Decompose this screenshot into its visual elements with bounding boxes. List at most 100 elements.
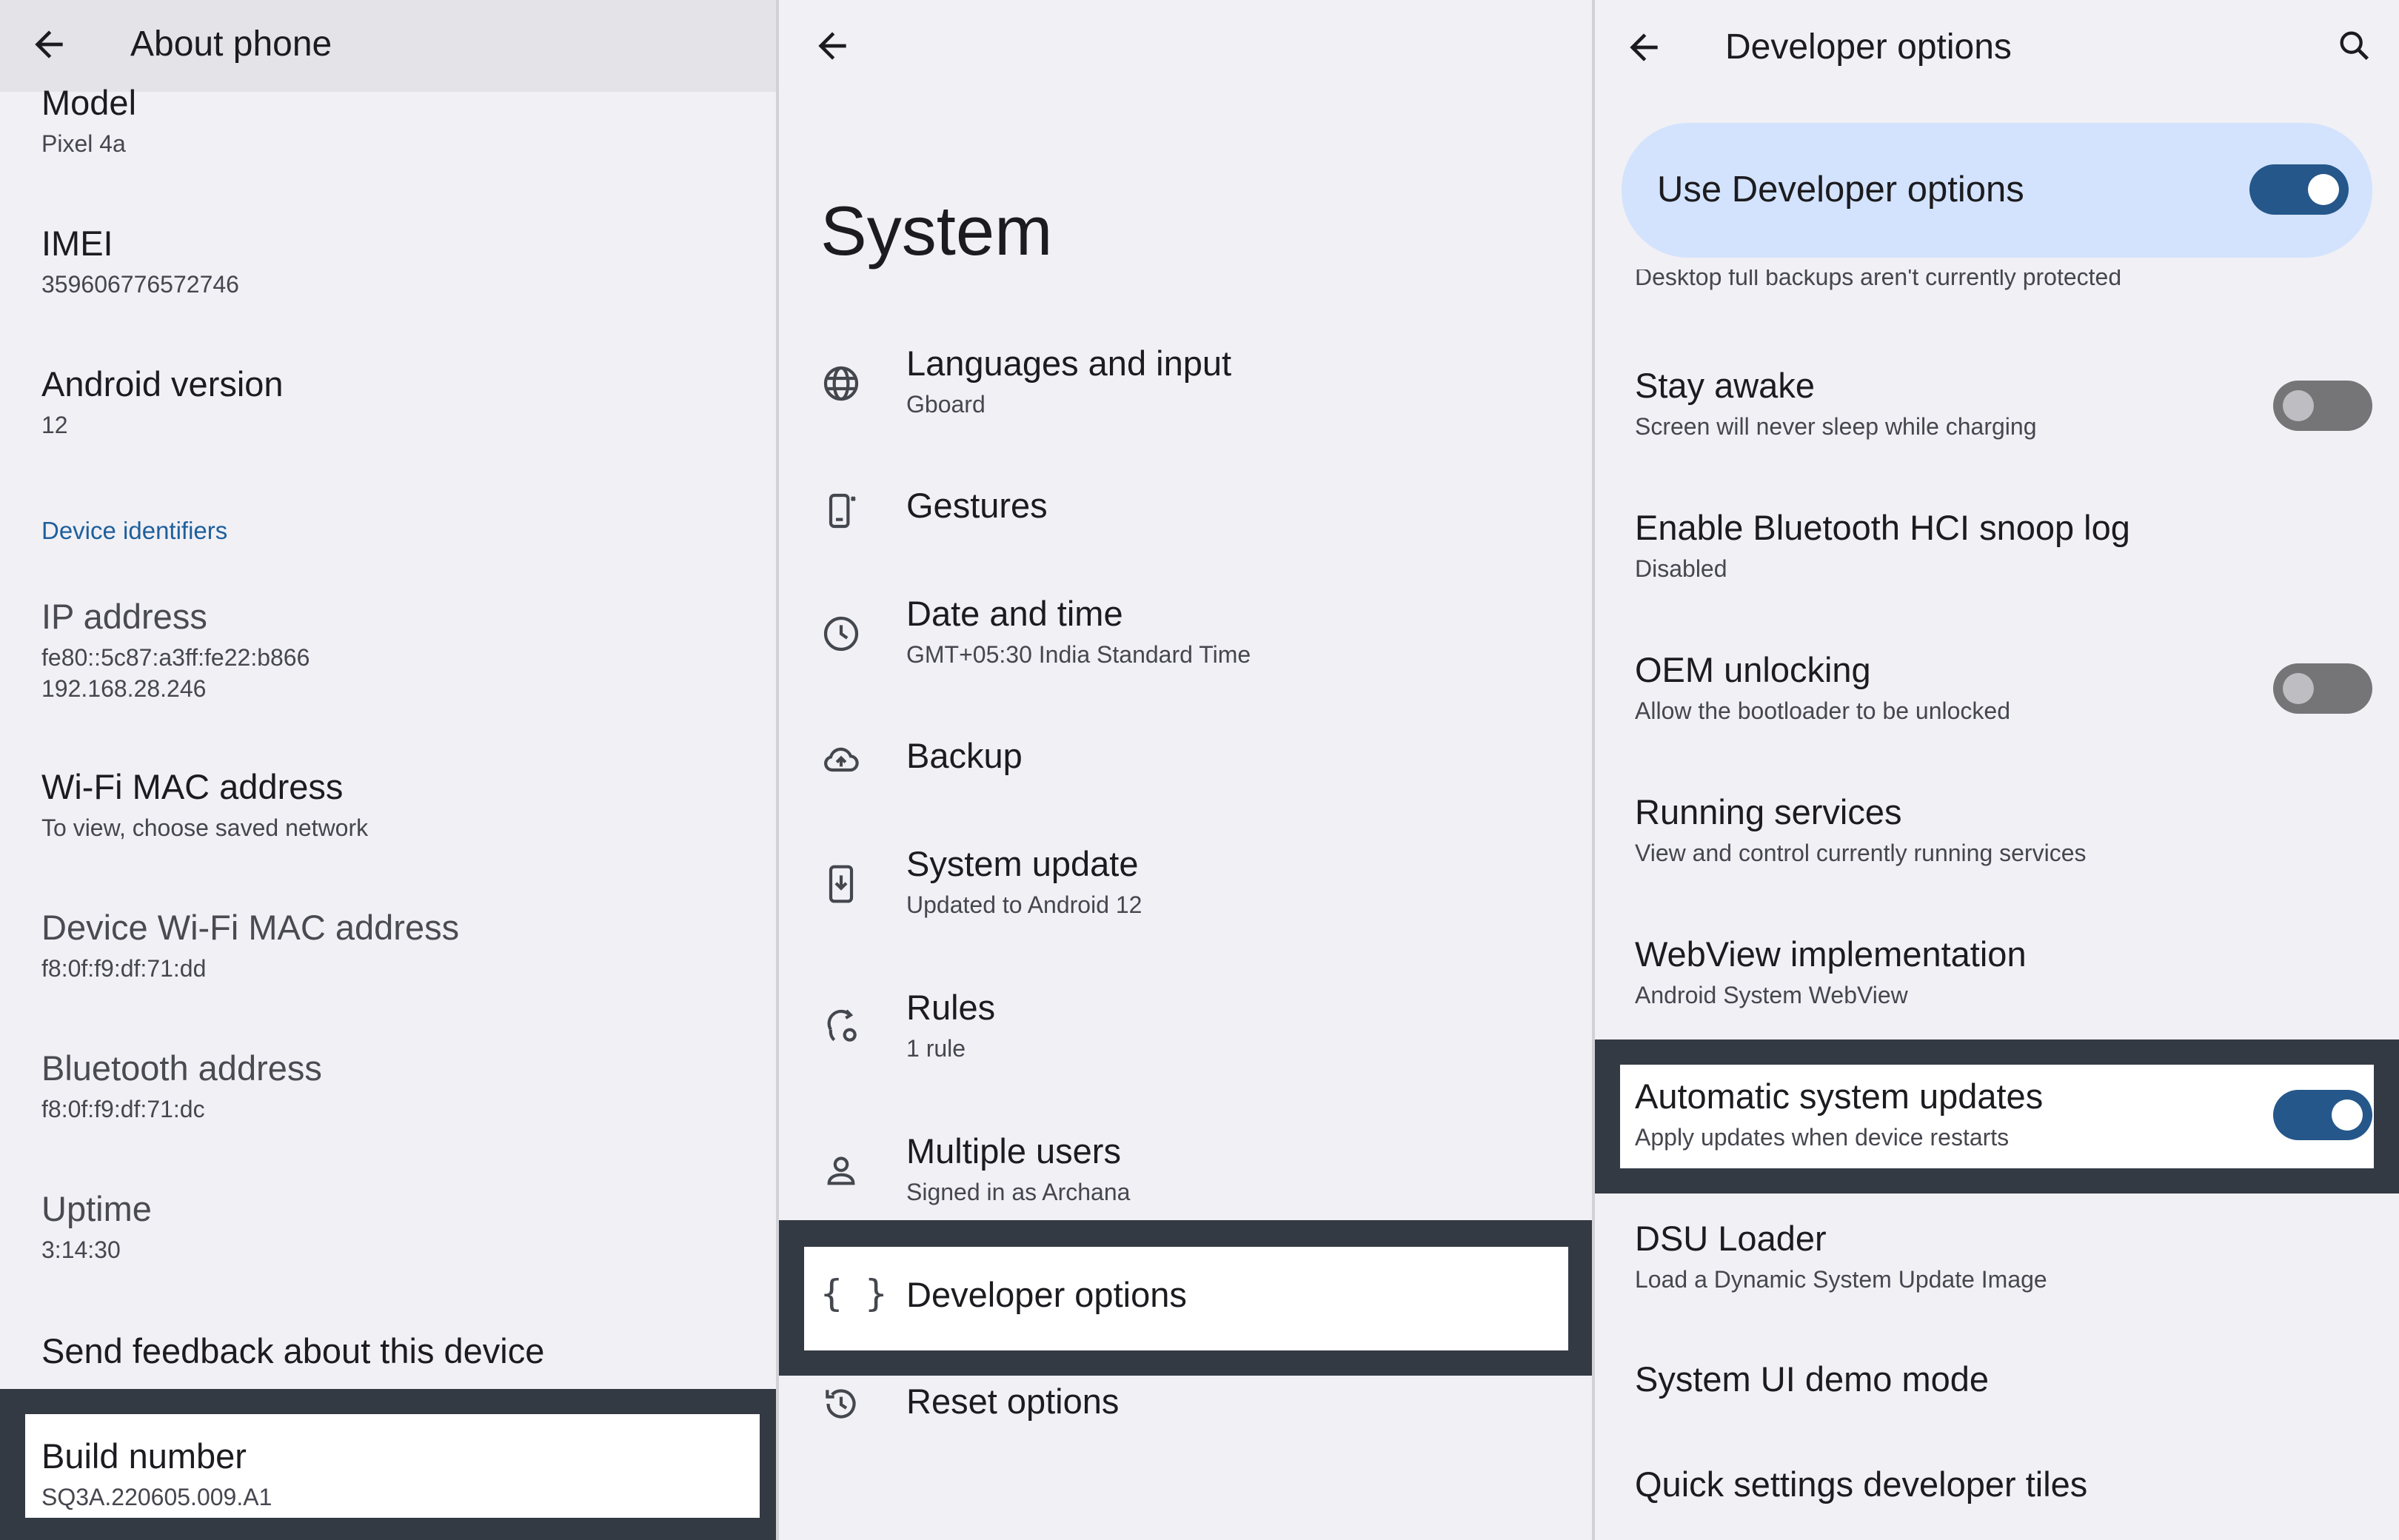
item-title: Wi-Fi MAC address bbox=[41, 767, 344, 806]
rules-icon bbox=[827, 1009, 857, 1042]
page-title: About phone bbox=[130, 24, 332, 64]
toggle-knob bbox=[2283, 390, 2314, 421]
item-title: Backup bbox=[906, 736, 1023, 775]
toggle-knob bbox=[2332, 1099, 2363, 1131]
item-title: Model bbox=[41, 83, 137, 122]
list-item-languages[interactable]: Languages and input Gboard bbox=[906, 344, 1231, 421]
list-item-backup[interactable]: Backup bbox=[906, 736, 1023, 776]
list-item-bluetooth-address[interactable]: Bluetooth address f8:0f:f9:df:71:dc bbox=[41, 1048, 322, 1125]
list-item-gestures[interactable]: Gestures bbox=[906, 486, 1048, 526]
item-title: Android version bbox=[41, 364, 284, 404]
list-item-wifi-mac[interactable]: Wi-Fi MAC address To view, choose saved … bbox=[41, 767, 368, 844]
list-item-build-number[interactable]: Build number SQ3A.220605.009.A1 bbox=[41, 1436, 272, 1513]
item-title: Languages and input bbox=[906, 344, 1232, 383]
item-title: Bluetooth address bbox=[41, 1048, 322, 1088]
page-title: System bbox=[820, 192, 1053, 270]
list-item-uptime[interactable]: Uptime 3:14:30 bbox=[41, 1189, 152, 1266]
item-subtitle: 3:14:30 bbox=[41, 1236, 121, 1264]
about-app-bar: About phone bbox=[0, 0, 776, 92]
list-item-send-feedback[interactable]: Send feedback about this device bbox=[41, 1331, 544, 1371]
person-icon bbox=[827, 1156, 855, 1185]
list-item-system-update[interactable]: System update Updated to Android 12 bbox=[906, 844, 1142, 921]
item-title: Quick settings developer tiles bbox=[1635, 1464, 2088, 1504]
back-arrow-icon[interactable] bbox=[1623, 27, 1664, 68]
list-item-quick-settings-tiles[interactable]: Quick settings developer tiles bbox=[1635, 1464, 2087, 1504]
item-title: System update bbox=[906, 844, 1139, 883]
list-item-rules[interactable]: Rules 1 rule bbox=[906, 988, 995, 1065]
item-subtitle: Load a Dynamic System Update Image bbox=[1635, 1266, 2047, 1293]
item-title: Running services bbox=[1635, 792, 1902, 831]
section-header: Device identifiers bbox=[41, 517, 228, 544]
system-update-icon bbox=[829, 865, 854, 903]
stay-awake-toggle[interactable] bbox=[2273, 381, 2372, 431]
item-subtitle-2: 192.168.28.246 bbox=[41, 674, 207, 702]
list-item-webview-implementation[interactable]: WebView implementation Android System We… bbox=[1635, 934, 2027, 1011]
item-title: Gestures bbox=[906, 486, 1048, 525]
item-title: WebView implementation bbox=[1635, 934, 2027, 974]
list-item-android-version[interactable]: Android version 12 bbox=[41, 364, 284, 441]
item-title: Build number bbox=[41, 1436, 247, 1476]
item-title: Rules bbox=[906, 988, 996, 1027]
item-title: IP address bbox=[41, 597, 207, 636]
item-subtitle: 1 rule bbox=[906, 1035, 966, 1062]
oem-unlocking-toggle[interactable] bbox=[2273, 663, 2372, 714]
list-item-automatic-system-updates[interactable]: Automatic system updates Apply updates w… bbox=[1635, 1077, 2043, 1154]
list-item-stay-awake[interactable]: Stay awake Screen will never sleep while… bbox=[1635, 366, 2037, 443]
item-title: Device Wi-Fi MAC address bbox=[41, 908, 460, 947]
use-developer-options-card[interactable]: Use Developer options bbox=[1622, 123, 2372, 258]
list-item-imei[interactable]: IMEI 359606776572746 bbox=[41, 224, 239, 301]
list-item-date-time[interactable]: Date and time GMT+05:30 India Standard T… bbox=[906, 594, 1251, 671]
list-item-developer-options[interactable]: Developer options bbox=[906, 1275, 1187, 1315]
automatic-updates-toggle[interactable] bbox=[2273, 1090, 2372, 1140]
item-title: System UI demo mode bbox=[1635, 1359, 1990, 1399]
item-subtitle: 359606776572746 bbox=[41, 271, 239, 298]
item-subtitle: Pixel 4a bbox=[41, 130, 126, 158]
back-arrow-icon[interactable] bbox=[28, 24, 70, 65]
item-subtitle: Signed in as Archana bbox=[906, 1179, 1131, 1206]
item-subtitle: Allow the bootloader to be unlocked bbox=[1635, 697, 2011, 725]
item-subtitle: GMT+05:30 India Standard Time bbox=[906, 641, 1251, 669]
item-subtitle: Apply updates when device restarts bbox=[1635, 1124, 2010, 1151]
list-item-running-services[interactable]: Running services View and control curren… bbox=[1635, 792, 2086, 869]
item-subtitle: Screen will never sleep while charging bbox=[1635, 413, 2037, 441]
item-subtitle: SQ3A.220605.009.A1 bbox=[41, 1484, 272, 1511]
item-title: Date and time bbox=[906, 594, 1123, 633]
clock-icon bbox=[823, 616, 859, 652]
item-title: Developer options bbox=[906, 1275, 1187, 1314]
item-title: Multiple users bbox=[906, 1131, 1121, 1171]
list-item-device-wifi-mac[interactable]: Device Wi-Fi MAC address f8:0f:f9:df:71:… bbox=[41, 908, 459, 985]
braces-icon: { } bbox=[820, 1272, 888, 1315]
item-title: Reset options bbox=[906, 1382, 1120, 1421]
use-developer-options-toggle[interactable] bbox=[2249, 164, 2349, 215]
list-item-system-ui-demo-mode[interactable]: System UI demo mode bbox=[1635, 1359, 1989, 1399]
globe-icon bbox=[823, 366, 859, 401]
back-arrow-icon[interactable] bbox=[812, 25, 853, 67]
item-subtitle: f8:0f:f9:df:71:dd bbox=[41, 955, 207, 982]
toggle-knob bbox=[2283, 673, 2314, 704]
item-title: Enable Bluetooth HCI snoop log bbox=[1635, 508, 2130, 547]
item-subtitle: f8:0f:f9:df:71:dc bbox=[41, 1096, 205, 1123]
system-panel: System Languages and input Gboard Gestur… bbox=[779, 0, 1592, 1540]
item-title: OEM unlocking bbox=[1635, 650, 1871, 689]
item-subtitle: View and control currently running servi… bbox=[1635, 840, 2087, 867]
list-item-model[interactable]: Model Pixel 4a bbox=[41, 83, 136, 160]
list-item-bluetooth-hci-snoop[interactable]: Enable Bluetooth HCI snoop log Disabled bbox=[1635, 508, 2130, 585]
list-item-multiple-users[interactable]: Multiple users Signed in as Archana bbox=[906, 1131, 1130, 1208]
item-title: Stay awake bbox=[1635, 366, 1815, 405]
about-phone-panel: About phone Model Pixel 4a IMEI 35960677… bbox=[0, 0, 776, 1540]
item-title: IMEI bbox=[41, 224, 113, 263]
list-item-dsu-loader[interactable]: DSU Loader Load a Dynamic System Update … bbox=[1635, 1219, 2047, 1296]
list-item-reset-options[interactable]: Reset options bbox=[906, 1382, 1119, 1422]
developer-options-panel: Developer options Desktop full backups a… bbox=[1595, 0, 2399, 1540]
page-title: Developer options bbox=[1725, 27, 2012, 67]
list-item-ip-address[interactable]: IP address fe80::5c87:a3ff:fe22:b866 192… bbox=[41, 597, 310, 704]
item-subtitle: fe80::5c87:a3ff:fe22:b866 bbox=[41, 644, 310, 672]
search-icon[interactable] bbox=[2335, 27, 2374, 65]
item-title: DSU Loader bbox=[1635, 1219, 1827, 1258]
item-subtitle: 12 bbox=[41, 412, 68, 439]
item-subtitle: To view, choose saved network bbox=[41, 814, 369, 842]
item-title: Uptime bbox=[41, 1189, 152, 1228]
list-item-oem-unlocking[interactable]: OEM unlocking Allow the bootloader to be… bbox=[1635, 650, 2010, 727]
list-item-desktop-backup-cutoff[interactable]: Desktop full backups aren't currently pr… bbox=[1635, 270, 2121, 302]
item-subtitle: Disabled bbox=[1635, 555, 1727, 583]
